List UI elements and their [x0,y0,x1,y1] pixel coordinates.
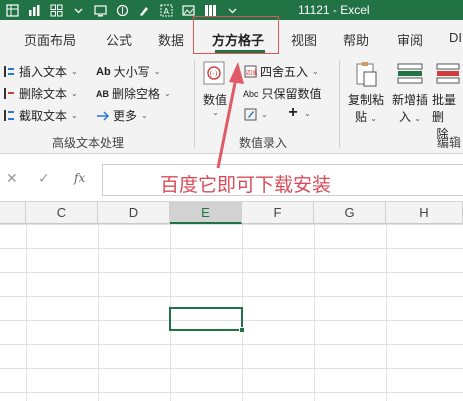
column-header-c[interactable]: C [26,202,98,224]
grid-line [314,224,315,401]
grid-line [26,224,27,401]
column-header-e[interactable]: E [170,202,242,224]
grid-line [98,224,99,401]
column-header-partial[interactable] [0,202,26,224]
column-header-d[interactable]: D [98,202,170,224]
column-header-f[interactable]: F [242,202,314,224]
column-header-h[interactable]: H [386,202,463,224]
active-cell[interactable] [169,307,243,331]
fill-handle[interactable] [239,327,245,333]
column-header-g[interactable]: G [314,202,386,224]
column-headers: C D E F G H [0,202,463,224]
grid-line [386,224,387,401]
